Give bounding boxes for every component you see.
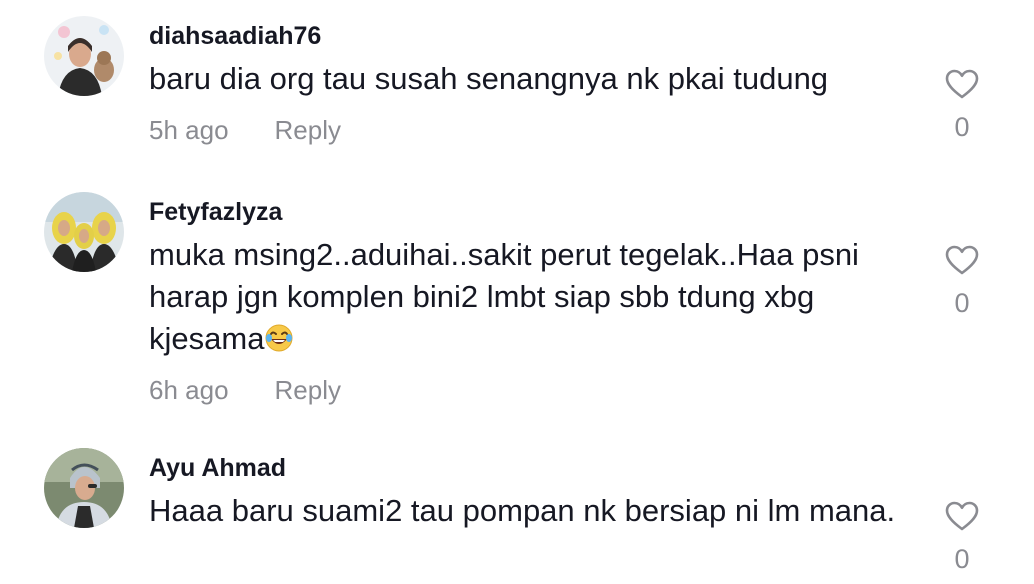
comment-item: Fetyfazlyza muka msing2..aduihai..sakit …: [0, 180, 1034, 440]
comment-time: 5h ago: [149, 115, 229, 145]
heart-outline-icon[interactable]: [944, 500, 980, 532]
laughing-emoji-icon: [264, 322, 294, 364]
comment-text-body: muka msing2..aduihai..sakit perut tegela…: [149, 237, 859, 356]
comment-item: diahsaadiah76 baru dia org tau susah sen…: [0, 0, 1034, 180]
like-button[interactable]: 0: [940, 68, 984, 143]
like-count: 0: [954, 288, 970, 318]
like-count: 0: [954, 544, 970, 574]
comment-text: baru dia org tau susah senangnya nk pkai…: [149, 58, 909, 100]
comment-text: Haaa baru suami2 tau pompan nk bersiap n…: [149, 490, 909, 532]
comment-text-body: Haaa baru suami2 tau pompan nk bersiap n…: [149, 493, 896, 528]
comment-text-body: baru dia org tau susah senangnya nk pkai…: [149, 61, 829, 96]
comment-username[interactable]: diahsaadiah76: [149, 22, 321, 51]
comment-time: 6h ago: [149, 375, 229, 405]
like-button[interactable]: 0: [940, 244, 984, 319]
comment-meta: 5h ago Reply: [149, 115, 341, 146]
avatar[interactable]: [44, 192, 124, 272]
heart-outline-icon[interactable]: [944, 244, 980, 276]
avatar[interactable]: [44, 448, 124, 528]
reply-button[interactable]: Reply: [275, 375, 341, 405]
comment-meta: 6h ago Reply: [149, 375, 341, 406]
like-count: 0: [954, 112, 970, 142]
avatar[interactable]: [44, 16, 124, 96]
comment-text: muka msing2..aduihai..sakit perut tegela…: [149, 234, 909, 364]
heart-outline-icon[interactable]: [944, 68, 980, 100]
like-button[interactable]: 0: [940, 500, 984, 575]
comment-username[interactable]: Fetyfazlyza: [149, 198, 282, 227]
comment-item: Ayu Ahmad Haaa baru suami2 tau pompan nk…: [0, 440, 1034, 584]
reply-button[interactable]: Reply: [275, 115, 341, 145]
comment-username[interactable]: Ayu Ahmad: [149, 454, 286, 483]
